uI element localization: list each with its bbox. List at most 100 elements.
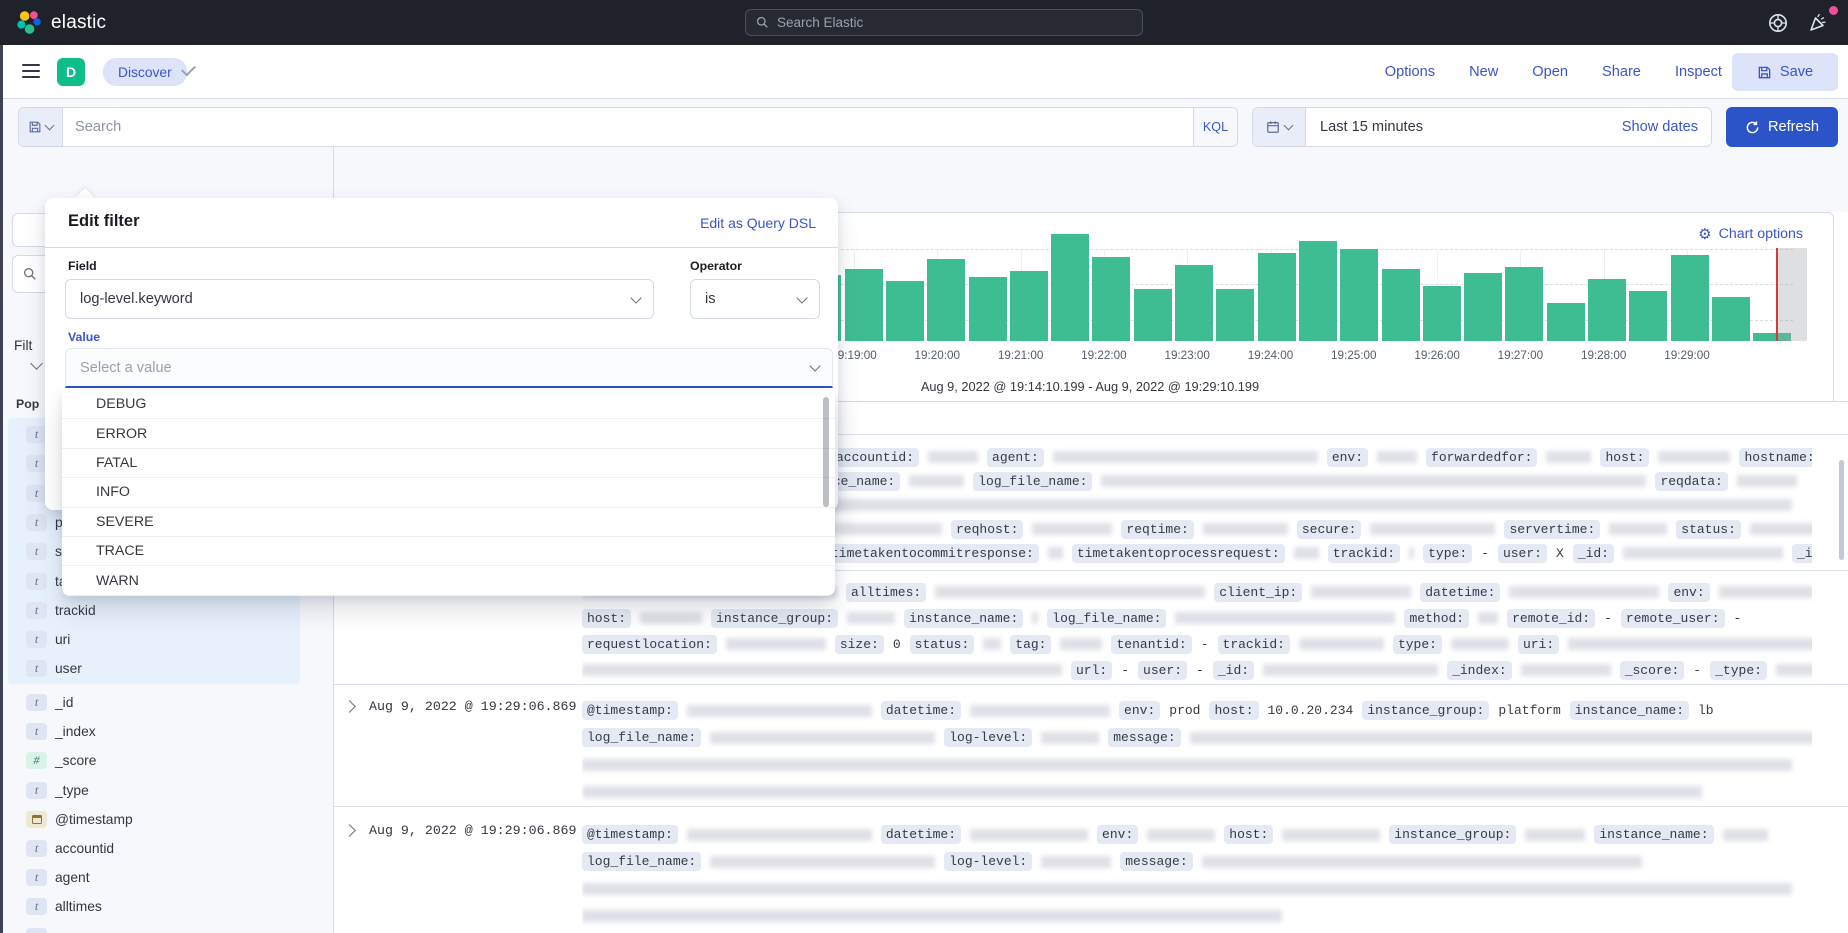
sidebar-field-item[interactable]: tappname [8, 922, 300, 933]
saved-query-menu-button[interactable] [19, 108, 63, 146]
nav-action-new[interactable]: New [1469, 64, 1498, 80]
nav-action-inspect[interactable]: Inspect [1675, 64, 1722, 80]
sidebar-field-item[interactable]: @timestamp [8, 805, 300, 834]
dropdown-option-error[interactable]: ERROR [62, 419, 835, 448]
field-badge[interactable]: _index: [1447, 661, 1512, 680]
time-range-value[interactable]: Last 15 minutes [1320, 119, 1423, 135]
field-badge[interactable]: type: [1393, 635, 1442, 654]
query-language-button[interactable]: KQL [1193, 108, 1237, 146]
field-badge[interactable]: size: [835, 635, 884, 654]
field-badge[interactable]: client_ip: [1214, 583, 1302, 602]
field-badge[interactable]: message: [1108, 728, 1180, 747]
sidebar-field-item[interactable]: t_id [8, 688, 300, 717]
field-badge[interactable]: datetime: [881, 825, 961, 844]
field-badge[interactable]: trackid: [1328, 544, 1400, 563]
histogram-bar[interactable] [1134, 289, 1172, 341]
sidebar-field-item[interactable]: #_score [8, 746, 300, 775]
elastic-brand[interactable]: elastic [16, 10, 106, 36]
field-badge[interactable]: log-level: [944, 728, 1032, 747]
field-badge[interactable]: instance_name: [1594, 825, 1713, 844]
chart-options-button[interactable]: ⚙ Chart options [1698, 226, 1803, 242]
field-badge[interactable]: tenantid: [1111, 635, 1191, 654]
field-badge[interactable]: secure: [1297, 520, 1362, 539]
histogram-bar[interactable] [1175, 265, 1213, 341]
dropdown-option-debug[interactable]: DEBUG [62, 390, 835, 419]
histogram-bar[interactable] [1258, 253, 1296, 341]
sidebar-field-item[interactable]: tuser [8, 654, 300, 683]
field-badge[interactable]: servertime: [1504, 520, 1600, 539]
histogram-bar[interactable] [927, 259, 965, 341]
field-badge[interactable]: datetime: [881, 701, 961, 720]
field-badge[interactable]: _index: [1792, 544, 1812, 563]
field-badge[interactable]: tag: [1010, 635, 1051, 654]
field-badge[interactable]: remote_id: [1507, 609, 1595, 628]
histogram-bar[interactable] [1671, 255, 1709, 341]
histogram-bar[interactable] [1340, 249, 1378, 341]
breadcrumb[interactable]: Discover [103, 58, 187, 86]
dropdown-option-fatal[interactable]: FATAL [62, 449, 835, 478]
dropdown-scrollbar[interactable] [823, 397, 829, 507]
field-badge[interactable]: type: [1423, 544, 1472, 563]
field-badge[interactable]: instance_group: [1362, 701, 1489, 720]
nav-action-open[interactable]: Open [1532, 64, 1568, 80]
field-badge[interactable]: accountid: [831, 448, 919, 467]
dropdown-option-severe[interactable]: SEVERE [62, 508, 835, 537]
operator-select[interactable]: is [690, 279, 820, 319]
field-badge[interactable]: instance_group: [711, 609, 838, 628]
field-badge[interactable]: instance_group: [1389, 825, 1516, 844]
histogram-bar[interactable] [1423, 286, 1461, 341]
histogram-bar[interactable] [1505, 267, 1543, 341]
kql-search-input[interactable]: Search [63, 108, 1193, 146]
histogram-bar[interactable] [969, 277, 1007, 341]
space-badge[interactable]: D [57, 58, 85, 86]
sidebar-field-item[interactable]: talltimes [8, 892, 300, 921]
value-combobox[interactable]: Select a value [65, 348, 833, 388]
field-badge[interactable]: reqdata: [1655, 472, 1727, 491]
date-quick-menu-button[interactable] [1253, 108, 1306, 146]
field-badge[interactable]: env: [1119, 701, 1160, 720]
field-badge[interactable]: message: [1120, 852, 1192, 871]
histogram-bar[interactable] [1712, 297, 1750, 341]
field-badge[interactable]: host: [1600, 448, 1649, 467]
edit-as-query-dsl-link[interactable]: Edit as Query DSL [700, 215, 816, 231]
field-badge[interactable]: instance_name: [1570, 701, 1689, 720]
histogram-bar[interactable] [1382, 269, 1420, 341]
field-badge[interactable]: user: [1138, 661, 1187, 680]
expand-row-icon[interactable] [343, 824, 356, 837]
field-badge[interactable]: remote_user: [1621, 609, 1725, 628]
field-badge[interactable]: status: [1676, 520, 1741, 539]
histogram-bar[interactable] [845, 269, 883, 341]
field-badge[interactable]: uri: [1518, 635, 1559, 654]
field-badge[interactable]: _id: [1573, 544, 1614, 563]
field-badge[interactable]: env: [1097, 825, 1138, 844]
field-badge[interactable]: status: [910, 635, 975, 654]
show-dates-button[interactable]: Show dates [1622, 119, 1698, 135]
field-badge[interactable]: env: [1327, 448, 1368, 467]
histogram-bar[interactable] [1299, 241, 1337, 341]
dropdown-option-warn[interactable]: WARN [62, 566, 835, 595]
field-badge[interactable]: _type: [1710, 661, 1767, 680]
sidebar-field-item[interactable]: turi [8, 625, 300, 654]
field-badge[interactable]: log_file_name: [582, 852, 701, 871]
sidebar-field-item[interactable]: tagent [8, 863, 300, 892]
field-badge[interactable]: forwardedfor: [1426, 448, 1537, 467]
chevron-down-icon[interactable] [30, 357, 43, 370]
field-badge[interactable]: reqtime: [1121, 520, 1193, 539]
histogram-bar[interactable] [1092, 257, 1130, 341]
field-badge[interactable]: requestlocation: [582, 635, 717, 654]
histogram-bar[interactable] [1588, 279, 1626, 341]
field-badge[interactable]: _score: [1620, 661, 1685, 680]
field-select[interactable]: log-level.keyword [65, 279, 654, 319]
field-badge[interactable]: @timestamp: [582, 825, 678, 844]
field-badge[interactable]: url: [1071, 661, 1112, 680]
field-badge[interactable]: log_file_name: [582, 728, 701, 747]
field-badge[interactable]: user: [1498, 544, 1547, 563]
newsfeed-icon[interactable] [1806, 11, 1830, 35]
field-badge[interactable]: log_file_name: [1047, 609, 1166, 628]
dropdown-option-trace[interactable]: TRACE [62, 537, 835, 566]
field-badge[interactable]: host: [1209, 701, 1258, 720]
filter-by-type-label[interactable]: Filt [14, 338, 32, 353]
save-button[interactable]: Save [1732, 53, 1838, 91]
histogram-bar[interactable] [886, 281, 924, 341]
field-badge[interactable]: log_file_name: [973, 472, 1092, 491]
